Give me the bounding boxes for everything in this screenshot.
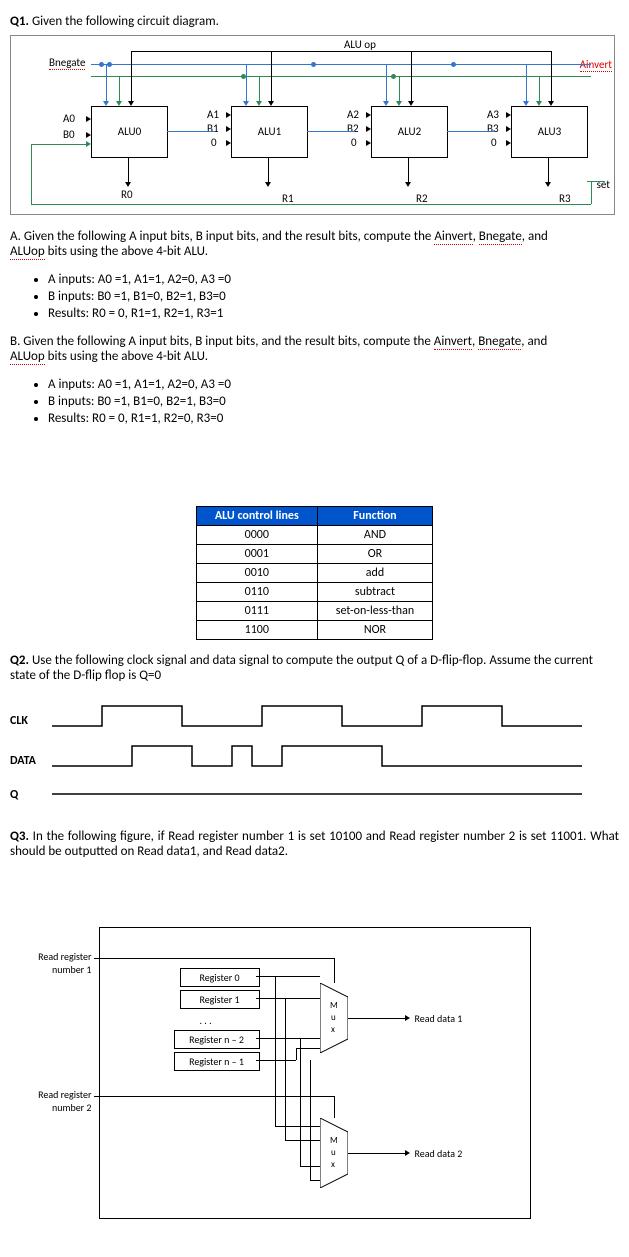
q3-heading: Q3. In the following figure, if Read reg… (10, 829, 619, 859)
label-set: set (597, 178, 610, 191)
a1: A1 (207, 108, 219, 121)
data-label: DATA (10, 754, 36, 768)
svg-text:u: u (331, 1147, 336, 1158)
svg-text:x: x (331, 1159, 335, 1170)
label-aluop: ALU op (344, 38, 376, 51)
alu-control-table: ALU control linesFunction 0000AND 0001OR… (196, 506, 433, 640)
q1a-b2: B inputs: B0 =1, B1=0, B2=1, B3=0 (48, 289, 619, 304)
mux1: Mux (320, 983, 348, 1053)
th-func: Function (317, 507, 432, 526)
rr1-label: Read register number 1 (22, 950, 92, 976)
reg0: Register 0 (180, 968, 260, 987)
q1-partb-intro: B. Given the following A input bits, B i… (10, 334, 619, 364)
q1-partb-bullets: A inputs: A0 =1, A1=1, A2=0, A3 =0 B inp… (30, 377, 619, 426)
q1-parta-intro: A. Given the following A input bits, B i… (10, 229, 619, 259)
q1a-b3: Results: R0 = 0, R1=1, R2=1, R3=1 (48, 306, 619, 321)
mux2: Mux (320, 1118, 348, 1188)
alu0-box: ALU0 (91, 106, 168, 158)
clk-label: CLK (10, 714, 28, 728)
th-ctl: ALU control lines (196, 507, 317, 526)
rd2: Read data 2 (415, 1147, 463, 1160)
q1b-b1: A inputs: A0 =1, A1=1, A2=0, A3 =0 (48, 377, 619, 392)
z1: 0 (211, 136, 217, 149)
q-label: Q (10, 788, 18, 802)
svg-text:u: u (331, 1012, 336, 1023)
regn2: Register n – 2 (174, 1030, 260, 1049)
reg1: Register 1 (180, 990, 260, 1009)
svg-text:M: M (330, 1135, 338, 1146)
a2: A2 (347, 108, 359, 121)
q1b-b3: Results: R0 = 0, R1=1, R2=0, R3=0 (48, 411, 619, 426)
q1-heading: Q1. Given the following circuit diagram. (10, 14, 619, 29)
timing-svg (52, 696, 602, 806)
z2: 0 (351, 136, 357, 149)
a0: A0 (63, 112, 75, 125)
rr2-label: Read register number 2 (22, 1088, 92, 1114)
alu3-box: ALU3 (511, 106, 588, 158)
timing-diagram: CLK DATA Q (10, 696, 610, 816)
b3: B3 (487, 122, 499, 135)
svg-text:x: x (331, 1024, 335, 1035)
q1-parta-bullets: A inputs: A0 =1, A1=1, A2=0, A3 =0 B inp… (30, 272, 619, 321)
b0: B0 (63, 128, 75, 141)
a3: A3 (487, 108, 499, 121)
alu1-box: ALU1 (231, 106, 308, 158)
q1b-b2: B inputs: B0 =1, B1=0, B2=1, B3=0 (48, 394, 619, 409)
register-file-diagram: Read register number 1 Read register num… (99, 927, 531, 1219)
q2-heading: Q2. Use the following clock signal and d… (10, 653, 619, 683)
b2: B2 (347, 122, 359, 135)
rd1: Read data 1 (415, 1012, 463, 1025)
regn1: Register n – 1 (174, 1052, 260, 1071)
reg-dots: . . . (200, 1014, 212, 1027)
alu2-box: ALU2 (371, 106, 448, 158)
q1a-b1: A inputs: A0 =1, A1=1, A2=0, A3 =0 (48, 272, 619, 287)
label-bnegate: Bnegate (49, 56, 85, 69)
b1: B1 (207, 122, 219, 135)
svg-text:M: M (330, 1000, 338, 1011)
z3: 0 (491, 136, 497, 149)
r0: R0 (121, 188, 133, 201)
alu-circuit-diagram: Bnegate ALU op Ainvert set ALU0 ALU1 ALU… (10, 35, 615, 215)
